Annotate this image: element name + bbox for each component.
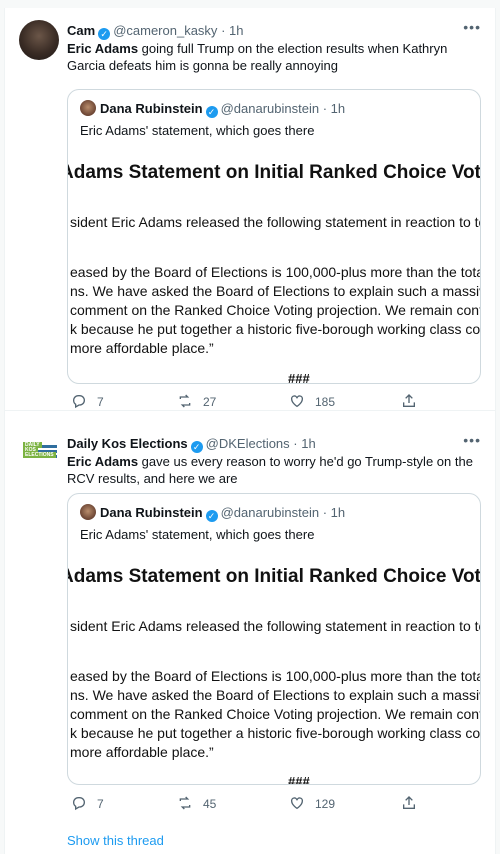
statement-title: Adams Statement on Initial Ranked Choice… — [68, 566, 480, 587]
reply-button[interactable]: 7 — [71, 795, 104, 813]
quoted-tweet-header: Dana Rubinstein ✓ @danarubinstein · 1h — [80, 504, 468, 522]
statement-line: comment on the Ranked Choice Voting proj… — [70, 706, 480, 722]
mention-name: Eric Adams — [67, 41, 139, 56]
display-name[interactable]: Cam — [67, 23, 95, 38]
retweet-button[interactable]: 45 — [177, 795, 216, 813]
statement-line: sident Eric Adams released the following… — [70, 618, 480, 634]
timeline-feed: Cam ✓ @cameron_kasky · 1h ••• Eric Adams g… — [4, 8, 496, 854]
quoted-tweet-text: Eric Adams' statement, which goes there — [80, 527, 315, 542]
timestamp[interactable]: 1h — [229, 23, 243, 38]
tweet-header: Cam ✓ @cameron_kasky · 1h ••• — [67, 19, 481, 40]
display-name: Dana Rubinstein — [100, 101, 203, 116]
statement-line: k because he put together a historic fiv… — [70, 725, 480, 741]
more-options-icon[interactable]: ••• — [463, 18, 481, 36]
tweet[interactable]: Cam ✓ @cameron_kasky · 1h ••• Eric Adams g… — [5, 8, 495, 411]
statement-line: ns. We have asked the Board of Elections… — [70, 687, 480, 703]
statement-line: eased by the Board of Elections is 100,0… — [70, 264, 480, 280]
statement-image[interactable]: Adams Statement on Initial Ranked Choice… — [68, 550, 480, 785]
display-name[interactable]: Daily Kos Elections — [67, 436, 188, 451]
show-thread-link[interactable]: Show this thread — [67, 833, 164, 848]
verified-badge-icon: ✓ — [98, 28, 111, 40]
retweet-icon — [179, 796, 191, 810]
logo-word: ELECTIONS — [23, 452, 57, 458]
heart-icon — [291, 395, 303, 408]
share-icon — [403, 394, 415, 407]
mention-name: Eric Adams — [67, 454, 139, 469]
verified-badge-icon: ✓ — [205, 510, 218, 522]
share-icon — [403, 796, 415, 809]
reply-icon — [73, 395, 85, 409]
tweet-text: Eric Adams going full Trump on the elect… — [67, 40, 477, 74]
like-button[interactable]: 185 — [289, 393, 335, 411]
statement-line: ns. We have asked the Board of Elections… — [70, 283, 480, 299]
statement-line: more affordable place.” — [70, 340, 214, 356]
statement-image[interactable]: Adams Statement on Initial Ranked Choice… — [68, 146, 480, 384]
statement-end-mark: ### — [288, 371, 310, 384]
like-button[interactable]: 129 — [289, 795, 335, 813]
timestamp: 1h — [330, 505, 346, 520]
share-button[interactable] — [401, 393, 427, 411]
avatar[interactable] — [19, 20, 59, 60]
share-button[interactable] — [401, 795, 427, 813]
reply-button[interactable]: 7 — [71, 393, 104, 411]
verified-badge-icon: ✓ — [205, 106, 218, 118]
statement-line: more affordable place.” — [70, 744, 214, 760]
tweet-header: Daily Kos Elections ✓ @DKElections · 1h ••… — [67, 432, 481, 453]
retweet-count: 27 — [203, 395, 217, 409]
tweet-actions: 7 27 185 — [67, 393, 427, 411]
statement-line: eased by the Board of Elections is 100,0… — [70, 668, 480, 684]
retweet-button[interactable]: 27 — [177, 393, 216, 411]
more-options-icon[interactable]: ••• — [463, 431, 481, 449]
user-handle: @danarubinstein — [220, 505, 320, 520]
statement-end-mark: ### — [288, 774, 310, 785]
quoted-tweet-header: Dana Rubinstein ✓ @danarubinstein · 1h — [80, 100, 468, 118]
tweet-text: Eric Adams gave us every reason to worry… — [67, 453, 477, 487]
separator-dot: · — [221, 23, 226, 38]
tweet-actions: 7 45 129 — [67, 795, 427, 813]
like-count: 129 — [315, 797, 336, 811]
separator-dot: · — [322, 505, 328, 520]
timestamp[interactable]: 1h — [301, 436, 315, 451]
display-name: Dana Rubinstein — [100, 505, 203, 520]
statement-line: sident Eric Adams released the following… — [70, 214, 480, 230]
heart-icon — [291, 797, 303, 810]
daily-kos-logo-icon[interactable]: DAILY KOS ELECTIONS — [19, 433, 59, 473]
separator-dot: · — [293, 436, 298, 451]
quoted-tweet[interactable]: Dana Rubinstein ✓ @danarubinstein · 1h Eri… — [67, 493, 481, 785]
avatar — [80, 504, 96, 520]
like-count: 185 — [315, 395, 336, 409]
statement-title: Adams Statement on Initial Ranked Choice… — [68, 162, 480, 183]
reply-icon — [73, 797, 85, 811]
statement-line: comment on the Ranked Choice Voting proj… — [70, 302, 480, 318]
tweet[interactable]: DAILY KOS ELECTIONS Daily Kos Elections ✓… — [5, 421, 495, 854]
user-handle: @danarubinstein — [220, 101, 320, 116]
separator-dot: · — [322, 101, 328, 116]
verified-badge-icon: ✓ — [190, 441, 203, 453]
statement-line: k because he put together a historic fiv… — [70, 321, 480, 337]
reply-count: 7 — [97, 395, 104, 409]
retweet-count: 45 — [203, 797, 217, 811]
logo-word-text: ELECTIONS — [23, 452, 56, 458]
retweet-icon — [179, 394, 191, 408]
user-handle[interactable]: @DKElections — [206, 436, 290, 451]
timestamp: 1h — [330, 101, 346, 116]
user-handle[interactable]: @cameron_kasky — [113, 23, 217, 38]
reply-count: 7 — [97, 797, 104, 811]
quoted-tweet[interactable]: Dana Rubinstein ✓ @danarubinstein · 1h Eri… — [67, 89, 481, 384]
avatar — [80, 100, 96, 116]
quoted-tweet-text: Eric Adams' statement, which goes there — [80, 123, 315, 138]
